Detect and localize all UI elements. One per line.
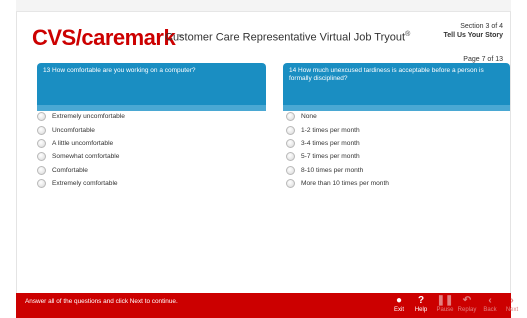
radio-button[interactable]	[37, 112, 46, 122]
pause-icon: ❚❚	[436, 295, 454, 306]
radio-button[interactable]	[37, 152, 46, 162]
exit-icon: ●	[395, 295, 403, 306]
q13-option-a-little-uncomfortable[interactable]: A little uncomfortable	[37, 137, 125, 150]
instruction-text: Answer all of the questions and click Ne…	[25, 298, 178, 305]
option-label: Comfortable	[52, 166, 88, 174]
option-label: None	[301, 113, 317, 121]
q14-option-more-than-10[interactable]: More than 10 times per month	[286, 177, 389, 190]
help-label: Help	[414, 307, 428, 313]
radio-button[interactable]	[286, 112, 295, 122]
title-text: Customer Care Representative Virtual Job…	[165, 31, 406, 44]
question-14-text: 14 How much unexcused tardiness is accep…	[289, 67, 484, 82]
radio-button[interactable]	[37, 179, 46, 189]
exit-button[interactable]: ● Exit	[388, 295, 410, 314]
top-strip	[16, 0, 511, 12]
radio-button[interactable]	[37, 138, 46, 148]
next-button[interactable]: › Next	[501, 295, 523, 314]
option-label: 8-10 times per month	[301, 166, 364, 174]
section-info: Section 3 of 4 Tell Us Your Story	[443, 22, 503, 40]
option-label: Somewhat comfortable	[52, 153, 120, 161]
q14-option-none[interactable]: None	[286, 110, 389, 123]
option-label: Extremely comfortable	[52, 180, 118, 188]
replay-icon: ↶	[462, 295, 472, 306]
footer-bar: Answer all of the questions and click Ne…	[16, 293, 518, 318]
option-label: Uncomfortable	[52, 126, 95, 134]
question-14-options: None 1-2 times per month 3-4 times per m…	[286, 110, 389, 190]
radio-button[interactable]	[286, 125, 295, 135]
exit-label: Exit	[393, 307, 404, 313]
replay-label: Replay	[457, 307, 477, 313]
replay-button[interactable]: ↶ Replay	[456, 295, 478, 314]
back-button[interactable]: ‹ Back	[479, 295, 501, 314]
question-13-options: Extremely uncomfortable Uncomfortable A …	[37, 110, 125, 190]
radio-button[interactable]	[286, 138, 295, 148]
next-label: Next	[505, 307, 519, 313]
help-icon: ?	[417, 295, 425, 306]
option-label: More than 10 times per month	[301, 180, 389, 188]
option-label: 1-2 times per month	[301, 126, 360, 134]
radio-button[interactable]	[37, 165, 46, 175]
radio-button[interactable]	[286, 152, 295, 162]
option-label: 3-4 times per month	[301, 139, 360, 147]
q14-option-1-2-times[interactable]: 1-2 times per month	[286, 123, 389, 136]
help-button[interactable]: ? Help	[410, 295, 432, 314]
q13-option-somewhat-comfortable[interactable]: Somewhat comfortable	[37, 150, 125, 163]
q14-option-3-4-times[interactable]: 3-4 times per month	[286, 137, 389, 150]
pause-label: Pause	[436, 307, 454, 313]
section-label: Section 3 of 4	[460, 23, 503, 30]
section-name: Tell Us Your Story	[443, 32, 503, 39]
question-14-header: 14 How much unexcused tardiness is accep…	[283, 63, 510, 111]
page-title: Customer Care Representative Virtual Job…	[165, 31, 410, 44]
q13-option-extremely-comfortable[interactable]: Extremely comfortable	[37, 177, 125, 190]
radio-button[interactable]	[37, 125, 46, 135]
radio-button[interactable]	[286, 179, 295, 189]
cvs-caremark-logo: CVS/caremark™	[32, 26, 183, 50]
logo-text: CVS/caremark	[32, 25, 176, 50]
q13-option-comfortable[interactable]: Comfortable	[37, 164, 125, 177]
option-label: A little uncomfortable	[52, 139, 114, 147]
header: CVS/caremark™ Customer Care Representati…	[16, 12, 511, 63]
back-arrow-icon: ‹	[488, 295, 492, 306]
tryout-window: CVS/caremark™ Customer Care Representati…	[0, 0, 527, 318]
option-label: Extremely uncomfortable	[52, 113, 125, 121]
q14-option-5-7-times[interactable]: 5-7 times per month	[286, 150, 389, 163]
page-number: Page 7 of 13	[463, 56, 503, 63]
pause-button[interactable]: ❚❚ Pause	[434, 295, 456, 314]
back-label: Back	[483, 307, 497, 313]
title-registered-mark: ®	[405, 31, 411, 38]
option-label: 5-7 times per month	[301, 153, 360, 161]
radio-button[interactable]	[286, 165, 295, 175]
q13-option-uncomfortable[interactable]: Uncomfortable	[37, 123, 125, 136]
question-13-header: 13 How comfortable are you working on a …	[37, 63, 266, 111]
q13-option-extremely-uncomfortable[interactable]: Extremely uncomfortable	[37, 110, 125, 123]
next-arrow-icon: ›	[510, 295, 514, 306]
question-13-text: 13 How comfortable are you working on a …	[43, 67, 196, 74]
q14-option-8-10-times[interactable]: 8-10 times per month	[286, 164, 389, 177]
